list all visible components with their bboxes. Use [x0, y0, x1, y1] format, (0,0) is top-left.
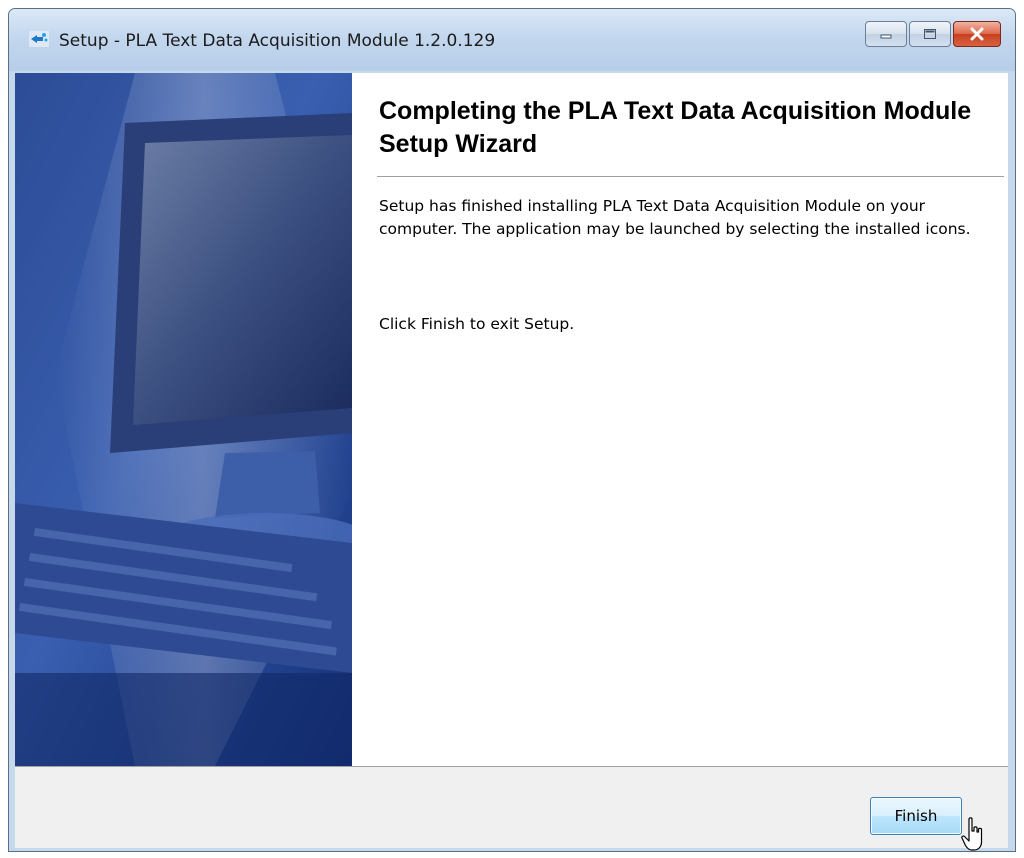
maximize-button[interactable]: [909, 21, 951, 47]
wizard-side-image: [15, 73, 352, 766]
heading-divider: [377, 176, 1004, 177]
close-icon: [970, 27, 984, 41]
exit-instruction: Click Finish to exit Setup.: [379, 315, 575, 333]
setup-app-icon: [29, 31, 49, 47]
title-bar[interactable]: Setup - PLA Text Data Acquisition Module…: [9, 9, 1015, 71]
finished-message: Setup has finished installing PLA Text D…: [379, 197, 971, 238]
close-button[interactable]: [953, 21, 1001, 47]
mouse-cursor-icon: [961, 817, 983, 851]
wizard-page: Completing the PLA Text Data Acquisition…: [15, 73, 1008, 766]
maximize-icon: [924, 29, 936, 39]
window-title: Setup - PLA Text Data Acquisition Module…: [59, 31, 496, 51]
setup-window: Setup - PLA Text Data Acquisition Module…: [8, 8, 1016, 852]
caption-buttons: [865, 21, 1001, 47]
finish-button[interactable]: Finish: [870, 797, 962, 835]
minimize-button[interactable]: [865, 21, 907, 47]
minimize-icon: [880, 34, 892, 39]
button-bar: Finish: [15, 766, 1008, 848]
wizard-heading: Completing the PLA Text Data Acquisition…: [379, 97, 972, 158]
